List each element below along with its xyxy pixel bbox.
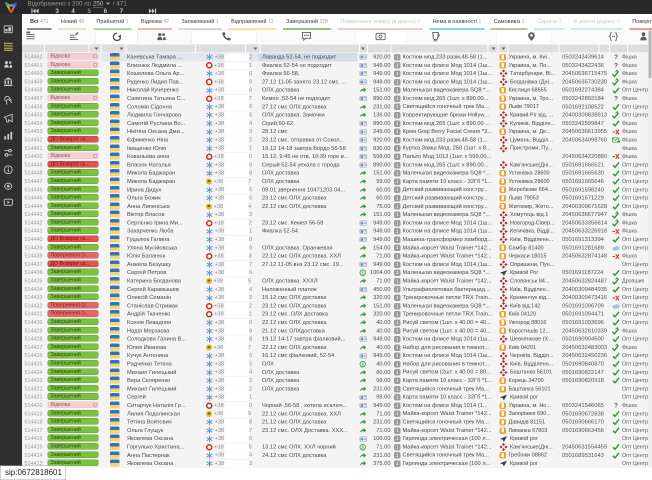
svg-text:$: $ [362, 445, 365, 450]
svg-text:$: $ [362, 270, 365, 275]
svg-text:$: $ [362, 362, 365, 367]
